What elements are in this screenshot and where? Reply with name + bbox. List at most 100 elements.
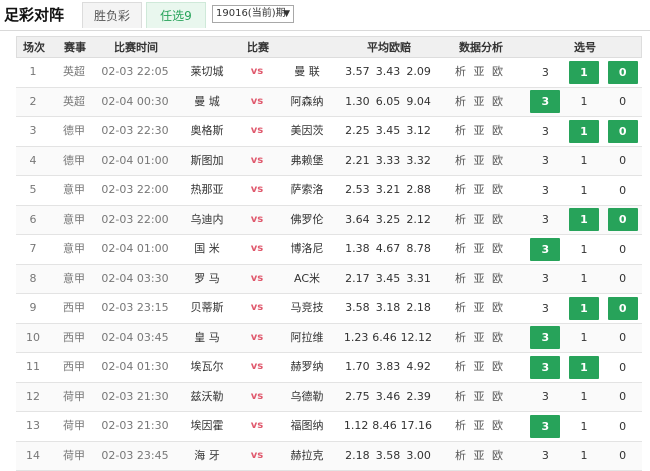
pick-3-button[interactable]: 3 bbox=[530, 297, 560, 320]
league: 西甲 bbox=[50, 353, 98, 382]
analysis-links[interactable]: 析 亚 欧 bbox=[434, 58, 526, 87]
pick-3-button[interactable]: 3 bbox=[530, 61, 560, 84]
analysis-links[interactable]: 析 亚 欧 bbox=[434, 324, 526, 353]
pick-3-button[interactable]: 3 bbox=[530, 149, 560, 172]
pick-0-button[interactable]: 0 bbox=[608, 297, 638, 320]
home-team[interactable]: 贝蒂斯 bbox=[172, 294, 242, 323]
pick-1-button[interactable]: 1 bbox=[569, 297, 599, 320]
home-team[interactable]: 莱切城 bbox=[172, 58, 242, 87]
pick-1-button[interactable]: 1 bbox=[569, 61, 599, 84]
analysis-links[interactable]: 析 亚 欧 bbox=[434, 88, 526, 117]
pick-0-button[interactable]: 0 bbox=[608, 149, 638, 172]
analysis-links[interactable]: 析 亚 欧 bbox=[434, 412, 526, 441]
tab-renxuan9[interactable]: 任选9 bbox=[146, 2, 206, 28]
away-team[interactable]: 博洛尼 bbox=[272, 235, 342, 264]
home-team[interactable]: 兹沃勒 bbox=[172, 383, 242, 412]
home-team[interactable]: 奥格斯 bbox=[172, 117, 242, 146]
pick-1-button[interactable]: 1 bbox=[569, 238, 599, 261]
pick-1-button[interactable]: 1 bbox=[569, 326, 599, 349]
home-team[interactable]: 海 牙 bbox=[172, 442, 242, 471]
analysis-links[interactable]: 析 亚 欧 bbox=[434, 294, 526, 323]
odds-value: 6.05 bbox=[376, 88, 401, 117]
home-team[interactable]: 斯图加 bbox=[172, 147, 242, 176]
away-team[interactable]: 佛罗伦 bbox=[272, 206, 342, 235]
pick-0-button[interactable]: 0 bbox=[608, 267, 638, 290]
period-select[interactable]: 19016(当前)期 ▼ bbox=[212, 5, 294, 23]
pick-0-button[interactable]: 0 bbox=[608, 120, 638, 143]
pick-3-button[interactable]: 3 bbox=[530, 238, 560, 261]
pick-0-button[interactable]: 0 bbox=[608, 238, 638, 261]
pick-1-button[interactable]: 1 bbox=[569, 267, 599, 290]
home-team[interactable]: 曼 城 bbox=[172, 88, 242, 117]
analysis-links[interactable]: 析 亚 欧 bbox=[434, 442, 526, 471]
table-row: 3德甲02-03 22:30奥格斯vs美因茨2.253.453.12析 亚 欧3… bbox=[16, 117, 642, 147]
away-team[interactable]: 福图纳 bbox=[272, 412, 342, 441]
pick-1-button[interactable]: 1 bbox=[569, 415, 599, 438]
pick-3-button[interactable]: 3 bbox=[530, 267, 560, 290]
pick-0-button[interactable]: 0 bbox=[608, 385, 638, 408]
away-team[interactable]: 马竞技 bbox=[272, 294, 342, 323]
pick-3-button[interactable]: 3 bbox=[530, 179, 560, 202]
home-team[interactable]: 国 米 bbox=[172, 235, 242, 264]
odds-value: 2.53 bbox=[345, 176, 370, 205]
away-team[interactable]: 乌德勒 bbox=[272, 383, 342, 412]
pick-0-button[interactable]: 0 bbox=[608, 415, 638, 438]
tab-shengfucai[interactable]: 胜负彩 bbox=[82, 2, 142, 28]
away-team[interactable]: 美因茨 bbox=[272, 117, 342, 146]
pick-0-button[interactable]: 0 bbox=[608, 179, 638, 202]
away-team[interactable]: AC米 bbox=[272, 265, 342, 294]
pick-3-button[interactable]: 3 bbox=[530, 444, 560, 467]
away-team[interactable]: 萨索洛 bbox=[272, 176, 342, 205]
away-team[interactable]: 阿森纳 bbox=[272, 88, 342, 117]
home-team[interactable]: 乌迪内 bbox=[172, 206, 242, 235]
pick-1-button[interactable]: 1 bbox=[569, 179, 599, 202]
analysis-links[interactable]: 析 亚 欧 bbox=[434, 147, 526, 176]
pick-1-button[interactable]: 1 bbox=[569, 149, 599, 172]
pick-3-button[interactable]: 3 bbox=[530, 326, 560, 349]
away-team[interactable]: 赫罗纳 bbox=[272, 353, 342, 382]
analysis-links[interactable]: 析 亚 欧 bbox=[434, 265, 526, 294]
analysis-links[interactable]: 析 亚 欧 bbox=[434, 383, 526, 412]
home-team[interactable]: 埃因霍 bbox=[172, 412, 242, 441]
away-team[interactable]: 阿拉维 bbox=[272, 324, 342, 353]
pick-0-button[interactable]: 0 bbox=[608, 326, 638, 349]
home-team[interactable]: 埃瓦尔 bbox=[172, 353, 242, 382]
analysis-links[interactable]: 析 亚 欧 bbox=[434, 235, 526, 264]
pick-1-button[interactable]: 1 bbox=[569, 356, 599, 379]
odds-value: 2.21 bbox=[345, 147, 370, 176]
pick-0-button[interactable]: 0 bbox=[608, 444, 638, 467]
table-row: 8意甲02-04 03:30罗 马vsAC米2.173.453.31析 亚 欧3… bbox=[16, 265, 642, 295]
analysis-links[interactable]: 析 亚 欧 bbox=[434, 117, 526, 146]
pick-3-button[interactable]: 3 bbox=[530, 90, 560, 113]
pick-group: 310 bbox=[526, 147, 642, 176]
pick-3-button[interactable]: 3 bbox=[530, 356, 560, 379]
pick-1-button[interactable]: 1 bbox=[569, 208, 599, 231]
analysis-links[interactable]: 析 亚 欧 bbox=[434, 176, 526, 205]
pick-1-button[interactable]: 1 bbox=[569, 120, 599, 143]
pick-1-button[interactable]: 1 bbox=[569, 444, 599, 467]
odds-value: 3.58 bbox=[345, 294, 370, 323]
home-team[interactable]: 罗 马 bbox=[172, 265, 242, 294]
pick-3-button[interactable]: 3 bbox=[530, 385, 560, 408]
pick-3-button[interactable]: 3 bbox=[530, 415, 560, 438]
col-header-odds: 平均欧赔 bbox=[343, 37, 435, 57]
home-team[interactable]: 热那亚 bbox=[172, 176, 242, 205]
odds-value: 2.17 bbox=[345, 265, 370, 294]
away-team[interactable]: 弗赖堡 bbox=[272, 147, 342, 176]
analysis-links[interactable]: 析 亚 欧 bbox=[434, 353, 526, 382]
pick-0-button[interactable]: 0 bbox=[608, 208, 638, 231]
pick-0-button[interactable]: 0 bbox=[608, 61, 638, 84]
analysis-links[interactable]: 析 亚 欧 bbox=[434, 206, 526, 235]
pick-3-button[interactable]: 3 bbox=[530, 120, 560, 143]
away-team[interactable]: 曼 联 bbox=[272, 58, 342, 87]
pick-3-button[interactable]: 3 bbox=[530, 208, 560, 231]
pick-0-button[interactable]: 0 bbox=[608, 90, 638, 113]
odds-value: 2.25 bbox=[345, 117, 370, 146]
odds-value: 1.38 bbox=[345, 235, 370, 264]
pick-0-button[interactable]: 0 bbox=[608, 356, 638, 379]
pick-1-button[interactable]: 1 bbox=[569, 90, 599, 113]
pick-1-button[interactable]: 1 bbox=[569, 385, 599, 408]
away-team[interactable]: 赫拉克 bbox=[272, 442, 342, 471]
home-team[interactable]: 皇 马 bbox=[172, 324, 242, 353]
vs-label: vs bbox=[242, 147, 272, 176]
